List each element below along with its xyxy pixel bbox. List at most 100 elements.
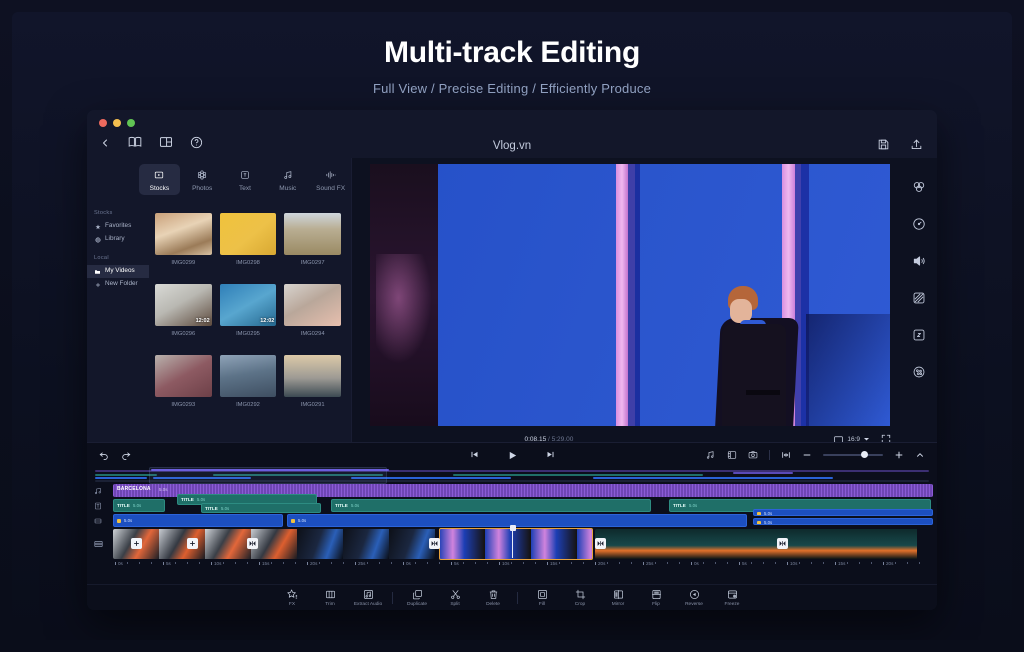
video-preview[interactable] (369, 164, 890, 426)
toolbar-button-trim[interactable]: Trim (311, 588, 349, 607)
timeline-minimap[interactable] (93, 467, 931, 484)
media-thumbnail[interactable] (284, 284, 341, 326)
ruler-tick-minor (475, 562, 476, 564)
mask-icon[interactable] (912, 291, 926, 305)
minus-icon[interactable] (802, 450, 812, 460)
tab-photos[interactable]: Photos (182, 164, 223, 195)
media-item[interactable]: IMG0297 (284, 213, 341, 266)
ruler-tick (835, 562, 836, 565)
book-icon[interactable] (128, 135, 142, 149)
tab-text[interactable]: Text (225, 164, 266, 195)
media-thumbnail[interactable] (155, 213, 212, 255)
toolbar-button-extract-audio[interactable]: Extract Audio (349, 588, 387, 607)
transition-button[interactable] (247, 538, 258, 549)
title-clip[interactable]: TITLE 5.0s (201, 503, 321, 513)
tab-soundfx[interactable]: Sound FX (310, 164, 351, 195)
tab-music[interactable]: Music (267, 164, 308, 195)
media-thumbnail[interactable] (284, 213, 341, 255)
filmstrip-right[interactable] (595, 529, 933, 559)
toolbar-button-reverse[interactable]: Reverse (675, 588, 713, 607)
transition-button[interactable] (595, 538, 606, 549)
maximize-window-button[interactable] (127, 119, 135, 127)
media-item[interactable]: IMG0293 (155, 355, 212, 408)
neon-stripe (627, 164, 635, 426)
media-item[interactable]: IMG0292 (219, 355, 277, 408)
layout-icon[interactable] (159, 135, 173, 149)
toolbar-button-mirror[interactable]: Mirror (599, 588, 637, 607)
sidebar-item-favorites[interactable]: Favorites (87, 220, 149, 233)
save-icon[interactable] (877, 138, 890, 151)
title-clip[interactable]: TITLE 5.0s (113, 499, 165, 512)
toolbar-button-crop[interactable]: Crop (561, 588, 599, 607)
audio-detach-icon[interactable] (706, 450, 716, 460)
skip-forward-icon[interactable] (546, 450, 555, 461)
effects-icon[interactable] (912, 365, 926, 379)
effect-lane[interactable]: 5.0s 5.0s 5.0s 5.0s (109, 509, 937, 527)
zoom-slider[interactable] (823, 451, 883, 458)
chevron-up-icon[interactable] (915, 450, 925, 460)
media-thumbnail[interactable]: 12:02 (219, 284, 277, 326)
media-item[interactable]: IMG0298 (219, 213, 277, 266)
close-window-button[interactable] (99, 119, 107, 127)
filmstrip-left[interactable] (113, 529, 437, 559)
media-thumbnail[interactable] (284, 355, 341, 397)
toolbar-button-fill[interactable]: Fill (523, 588, 561, 607)
media-thumbnail[interactable]: 12:02 (155, 284, 212, 326)
tab-stocks[interactable]: Stocks (139, 164, 180, 195)
media-item[interactable]: 12:02 IMG0295 (219, 284, 277, 337)
toolbar-button-split[interactable]: Split (436, 588, 474, 607)
marker-icon[interactable] (727, 450, 737, 460)
toolbar-button-duplicate[interactable]: Duplicate (398, 588, 436, 607)
effect-icon[interactable] (87, 517, 109, 525)
color-icon[interactable] (912, 180, 926, 194)
skip-back-icon[interactable] (470, 450, 479, 461)
title-icon[interactable] (87, 502, 109, 510)
zoom-slider-handle[interactable] (861, 451, 868, 458)
minimap-viewport[interactable] (149, 467, 387, 484)
export-icon[interactable] (910, 138, 923, 151)
ruler-tick (307, 562, 308, 565)
effect-clip[interactable]: 5.0s (287, 514, 747, 527)
media-thumbnail[interactable] (219, 213, 277, 255)
media-thumbnail[interactable] (219, 355, 277, 397)
time-ruler[interactable]: 0s 5s 10s 15s 20s 25s 0s 5s 10s 15s 20s 25s 0s 5s 10s 1… (109, 559, 937, 570)
transition-button[interactable] (777, 538, 788, 549)
play-icon[interactable] (507, 450, 518, 461)
volume-icon[interactable] (912, 254, 926, 268)
toolbar-button-freeze[interactable]: Freeze (713, 588, 751, 607)
media-item[interactable]: IMG0294 (284, 284, 341, 337)
transform-icon[interactable] (912, 328, 926, 342)
sidebar-item-new-folder[interactable]: New Folder (87, 278, 149, 291)
minimize-window-button[interactable] (113, 119, 121, 127)
speed-icon[interactable] (912, 217, 926, 231)
help-icon[interactable] (190, 136, 203, 149)
media-item[interactable]: 12:02 IMG0296 (155, 284, 212, 337)
filmstrip-selected[interactable] (439, 529, 593, 559)
sidebar-item-my-videos[interactable]: My Videos (87, 265, 149, 278)
tab-text-label: Text (239, 185, 251, 192)
media-item[interactable]: IMG0299 (155, 213, 212, 266)
toolbar-button-fx[interactable]: FX (273, 588, 311, 607)
media-item[interactable]: IMG0291 (284, 355, 341, 408)
effect-clip[interactable]: 5.0s (113, 514, 283, 527)
sidebar-item-library[interactable]: Library (87, 233, 149, 246)
effect-clip[interactable]: 5.0s (753, 518, 933, 525)
music-note-icon[interactable] (87, 487, 109, 495)
window-controls[interactable] (99, 119, 135, 127)
plus-icon[interactable] (894, 450, 904, 460)
playhead[interactable] (509, 525, 516, 558)
add-clip-button[interactable] (187, 538, 198, 549)
back-arrow-icon[interactable] (99, 137, 111, 149)
snapshot-icon[interactable] (748, 450, 758, 460)
media-thumbnail[interactable] (155, 355, 212, 397)
transition-button[interactable] (429, 538, 440, 549)
toolbar-button-delete[interactable]: Delete (474, 588, 512, 607)
title-clip[interactable]: TITLE 5.0s (331, 499, 651, 512)
video-icon[interactable] (87, 540, 109, 548)
effect-clip[interactable]: 5.0s (753, 509, 933, 516)
add-clip-button[interactable] (131, 538, 142, 549)
video-lane[interactable] (109, 528, 937, 560)
ruler-label: 5s (454, 561, 459, 566)
zoom-fit-icon[interactable] (781, 450, 791, 460)
toolbar-button-flip[interactable]: Flip (637, 588, 675, 607)
